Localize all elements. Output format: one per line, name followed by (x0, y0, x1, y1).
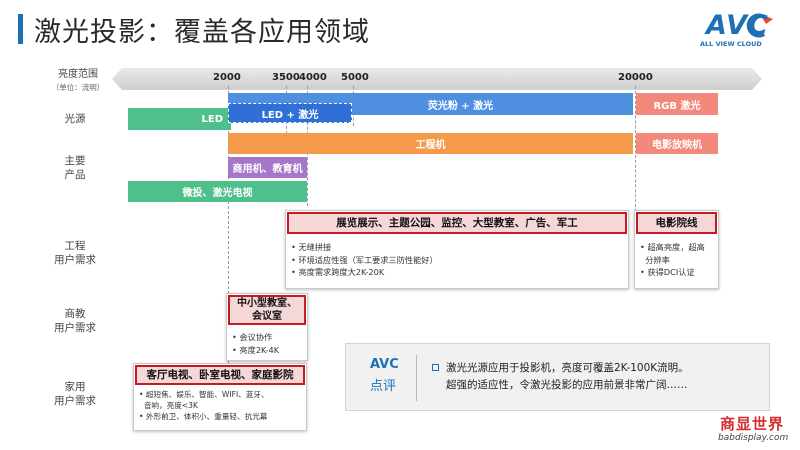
row-label-engineering-2: 用户需求 (54, 254, 96, 266)
tick-4000: 4000 (299, 72, 327, 83)
list-item: • 环境适应性强（军工要求三防性能好） (291, 254, 438, 265)
review-brand: AVC (370, 357, 399, 372)
bar-led-label: LED (201, 113, 223, 125)
row-label-home-1: 家用 (64, 381, 86, 393)
bar-business-edu-projector: 商用机、教育机 (228, 157, 307, 178)
review-line-1: 激光光源应用于投影机，亮度可覆盖2K-100K流明。 (446, 362, 689, 374)
review-line-2: 超强的适应性，令激光投影的应用前景非常广阔…… (446, 379, 688, 391)
list-item: • 超高亮度，超高 (640, 242, 705, 252)
list-item: • 获得DCI认证 (640, 267, 695, 277)
tick-3500: 3500 (272, 72, 300, 83)
row-label-engineering-1: 工程 (64, 240, 86, 252)
watermark-cn: 商显世界 (720, 415, 785, 433)
title-accent-bar (18, 14, 23, 44)
cinema-box-bullets: • 超高亮度，超高 分辨率 • 获得DCI认证 (640, 241, 705, 279)
engineering-box-header: 展览展示、主题公园、监控、大型教室、广告、军工 (287, 212, 627, 234)
page-title: 激光投影：覆盖各应用领域 (34, 17, 370, 48)
watermark: 商显世界 babdisplay.com (712, 412, 800, 450)
bar-led: LED (128, 108, 231, 130)
education-box-header-line1: 中小型教室、 (237, 298, 297, 309)
list-item: • 亮度需求跨度大2K-20K (291, 267, 385, 277)
list-item: • 外形前卫、体积小、重量轻、抗光幕 (139, 412, 268, 421)
bar-business-edu-projector-label: 商用机、教育机 (232, 164, 303, 175)
axis-label: 亮度范围 (58, 69, 98, 80)
bar-cinema-projector: 电影放映机 (636, 133, 718, 154)
list-item: • 无缝拼接 (291, 242, 332, 252)
bar-led-laser-label: LED + 激光 (261, 109, 319, 121)
bar-engineering-projector: 工程机 (228, 133, 633, 154)
education-box-header-line2: 会议室 (252, 311, 282, 322)
list-item: • 亮度2K-4K (232, 344, 280, 355)
logo-mark: AVC (706, 10, 769, 41)
row-label-education-1: 商教 (64, 308, 86, 320)
list-item: • 超短焦、娱乐、智能、WIFI、蓝牙、 (139, 390, 269, 399)
review-label: 点评 (370, 379, 397, 394)
bullet-square-icon (432, 364, 439, 371)
bar-phosphor-laser-label: 荧光粉 + 激光 (427, 100, 494, 112)
bar-cinema-projector-label: 电影放映机 (652, 140, 702, 151)
watermark-en: babdisplay.com (718, 433, 789, 443)
education-box-bullets: • 会议协作 • 亮度2K-4K (232, 331, 279, 356)
row-label-main-products-1: 主要 (64, 155, 86, 167)
list-item: 音响，亮度<3K (143, 401, 198, 410)
tick-2000: 2000 (213, 72, 241, 83)
bar-rgb-laser-label: RGB 激光 (653, 100, 701, 112)
engineering-box-bullets: • 无缝拼接 • 环境适应性强（军工要求三防性能好） • 亮度需求跨度大2K-2… (291, 241, 438, 279)
logo-tagline: ALL VIEW CLOUD (700, 40, 762, 48)
brightness-axis (112, 68, 762, 90)
row-label-education-2: 用户需求 (54, 322, 96, 334)
cinema-box-header: 电影院线 (636, 212, 717, 234)
row-label-main-products-2: 产品 (64, 169, 86, 181)
bar-led-laser: LED + 激光 (228, 103, 352, 123)
avc-logo: AVC ALL VIEW CLOUD (700, 10, 788, 50)
row-label-light-source: 光源 (64, 113, 86, 125)
bar-micro-laser-tv-label: 微投、激光电视 (182, 188, 253, 199)
list-item: • 会议协作 (232, 332, 273, 342)
row-label-home-2: 用户需求 (54, 395, 96, 407)
bar-rgb-laser: RGB 激光 (636, 93, 718, 115)
education-box-header: 中小型教室、 会议室 (228, 295, 306, 325)
axis-unit-note: （单位：流明） (51, 83, 105, 92)
bar-micro-laser-tv: 微投、激光电视 (128, 181, 307, 202)
slide: 激光投影：覆盖各应用领域 AVC ALL VIEW CLOUD 亮度范围 （单位… (0, 0, 800, 450)
home-box-header: 客厅电视、卧室电视、家庭影院 (135, 365, 305, 385)
tick-20000: 20000 (618, 72, 653, 83)
review-divider (416, 355, 417, 401)
home-box-bullets: • 超短焦、娱乐、智能、WIFI、蓝牙、 音响，亮度<3K • 外形前卫、体积小… (139, 389, 269, 422)
list-item: 分辨率 (645, 254, 670, 265)
bar-engineering-projector-label: 工程机 (415, 140, 446, 151)
avc-review-box: AVC 点评 激光光源应用于投影机，亮度可覆盖2K-100K流明。 超强的适应性… (345, 343, 770, 411)
tick-5000: 5000 (341, 72, 369, 83)
